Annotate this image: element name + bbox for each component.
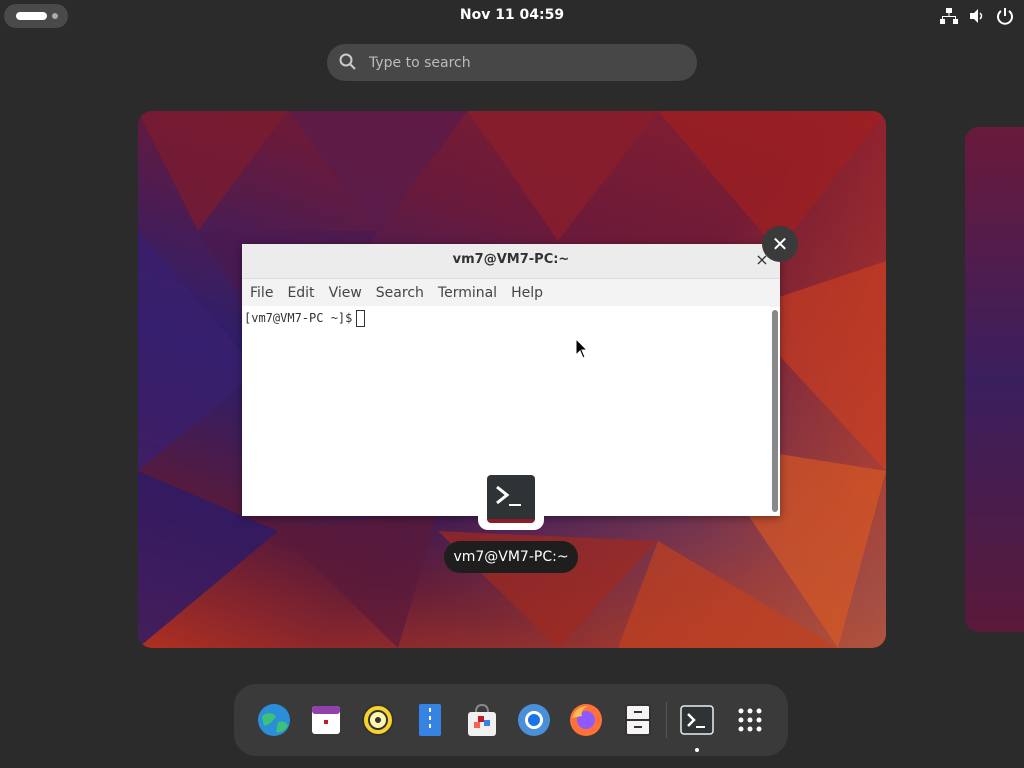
volume-icon[interactable] xyxy=(968,7,986,25)
software-store-icon[interactable] xyxy=(464,702,500,738)
shell-prompt: [vm7@VM7-PC ~]$ xyxy=(244,311,353,325)
scrollbar[interactable] xyxy=(772,310,778,512)
system-tray[interactable] xyxy=(940,6,1014,26)
menu-help[interactable]: Help xyxy=(511,285,543,301)
menu-file[interactable]: File xyxy=(250,285,273,301)
search-input[interactable] xyxy=(367,50,671,76)
search-icon xyxy=(339,53,357,71)
chromium-icon[interactable] xyxy=(516,702,552,738)
menu-terminal[interactable]: Terminal xyxy=(438,285,497,301)
window-caption: vm7@VM7-PC:~ xyxy=(444,541,578,573)
close-window-button[interactable]: ✕ xyxy=(762,226,798,262)
power-icon[interactable] xyxy=(996,7,1014,25)
menu-view[interactable]: View xyxy=(329,285,362,301)
running-indicator xyxy=(695,748,699,752)
network-icon[interactable] xyxy=(940,7,958,25)
app-grid-icon[interactable] xyxy=(732,702,768,738)
terminal-app-icon xyxy=(478,468,544,530)
search-bar[interactable] xyxy=(327,44,697,81)
window-title: vm7@VM7-PC:~ xyxy=(452,252,570,267)
terminal-icon[interactable] xyxy=(679,702,715,738)
top-bar: Nov 11 04:59 xyxy=(0,0,1024,33)
menu-bar: File Edit View Search Terminal Help xyxy=(242,279,780,307)
close-icon: ✕ xyxy=(771,232,789,256)
menu-search[interactable]: Search xyxy=(376,285,424,301)
clock[interactable]: Nov 11 04:59 xyxy=(0,7,1024,23)
workspace-thumbnail-next[interactable] xyxy=(965,127,1024,632)
text-editor-icon[interactable] xyxy=(412,702,448,738)
text-cursor xyxy=(356,310,366,327)
file-cabinet-icon[interactable] xyxy=(620,702,656,738)
browser-globe-icon[interactable] xyxy=(256,702,292,738)
window-titlebar[interactable]: vm7@VM7-PC:~ × xyxy=(242,244,780,279)
dock-separator xyxy=(666,702,667,738)
calendar-icon[interactable] xyxy=(308,702,344,738)
music-icon[interactable] xyxy=(360,702,396,738)
dock xyxy=(234,684,788,756)
mouse-pointer-icon xyxy=(575,338,589,359)
menu-edit[interactable]: Edit xyxy=(287,285,314,301)
firefox-icon[interactable] xyxy=(568,702,604,738)
